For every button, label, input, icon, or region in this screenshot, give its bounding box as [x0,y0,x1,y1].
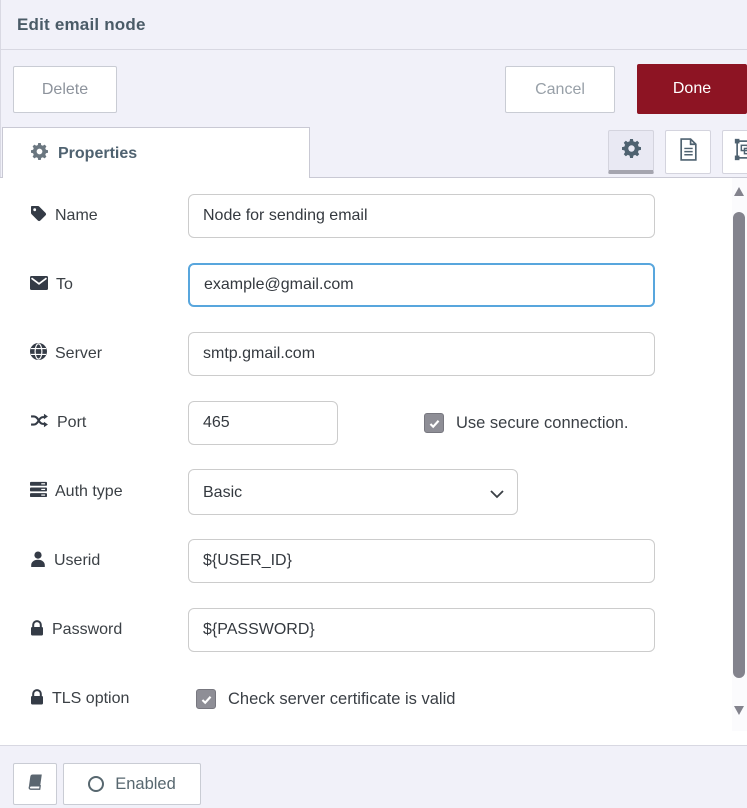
tag-icon [30,205,47,227]
to-label: To [30,276,188,295]
form-row-userid: Userid [30,539,747,583]
form-row-port: Port Use secure connection. [30,401,747,445]
node-enabled-toggle[interactable]: Enabled [63,763,201,805]
name-label: Name [30,205,188,227]
envelope-icon [30,276,48,295]
secure-connection-label: Use secure connection. [456,414,628,433]
authtype-select-wrap: Basic [188,469,518,515]
shuffle-icon [30,412,49,434]
tls-label: TLS option [30,689,188,710]
to-input[interactable] [188,263,655,307]
form-row-tls: TLS option Check server certificate is v… [30,677,747,721]
server-label: Server [30,343,188,365]
tab-properties-label: Properties [58,145,137,163]
action-bar: Delete Cancel Done [0,50,747,125]
secure-connection-checkbox[interactable] [424,413,444,433]
appearance-view-button[interactable] [722,130,747,174]
port-label: Port [30,412,188,434]
properties-form: Name To Server [0,178,747,745]
userid-input[interactable] [188,539,655,583]
dialog-footer: Enabled [0,745,747,808]
description-view-button[interactable] [665,130,711,174]
tab-properties[interactable]: Properties [2,127,310,179]
scrollbar-thumb[interactable] [733,212,745,678]
authtype-select[interactable]: Basic [188,469,518,515]
user-icon [30,551,46,572]
lock-icon [30,620,44,641]
book-icon [26,773,44,796]
globe-icon [30,343,47,365]
password-input[interactable] [188,608,655,652]
password-label: Password [30,620,188,641]
server-input[interactable] [188,332,655,376]
port-input[interactable] [188,401,338,445]
enabled-status-icon [88,776,104,792]
name-input[interactable] [188,194,655,238]
gear-icon [31,143,48,165]
dialog-title: Edit email node [17,15,146,35]
edit-email-node-dialog: Edit email node Delete Cancel Done Prope… [0,0,747,808]
scroll-down-arrow-icon[interactable] [734,706,744,715]
tab-bar: Properties [0,125,747,178]
tls-verify-checkbox[interactable] [196,689,216,709]
enabled-label: Enabled [115,775,176,794]
form-row-server: Server [30,332,747,376]
form-row-to: To [30,263,747,307]
dialog-header: Edit email node [0,0,747,50]
properties-view-button[interactable] [608,130,654,174]
server-icon [30,481,47,503]
form-row-password: Password [30,608,747,652]
document-icon [679,138,698,166]
gear-icon [622,139,641,163]
form-row-name: Name [30,194,747,238]
tls-verify-label: Check server certificate is valid [228,690,455,709]
done-button[interactable]: Done [637,64,747,114]
cancel-button[interactable]: Cancel [505,66,615,113]
node-help-button[interactable] [13,763,57,805]
edit-toolbar [608,130,747,174]
form-scrollbar[interactable] [732,178,747,731]
form-row-authtype: Auth type Basic [30,470,747,514]
delete-button[interactable]: Delete [13,66,117,113]
authtype-label: Auth type [30,481,188,503]
lock-icon [30,689,44,710]
scroll-up-arrow-icon[interactable] [734,187,744,196]
userid-label: Userid [30,551,188,572]
object-group-icon [734,138,747,166]
